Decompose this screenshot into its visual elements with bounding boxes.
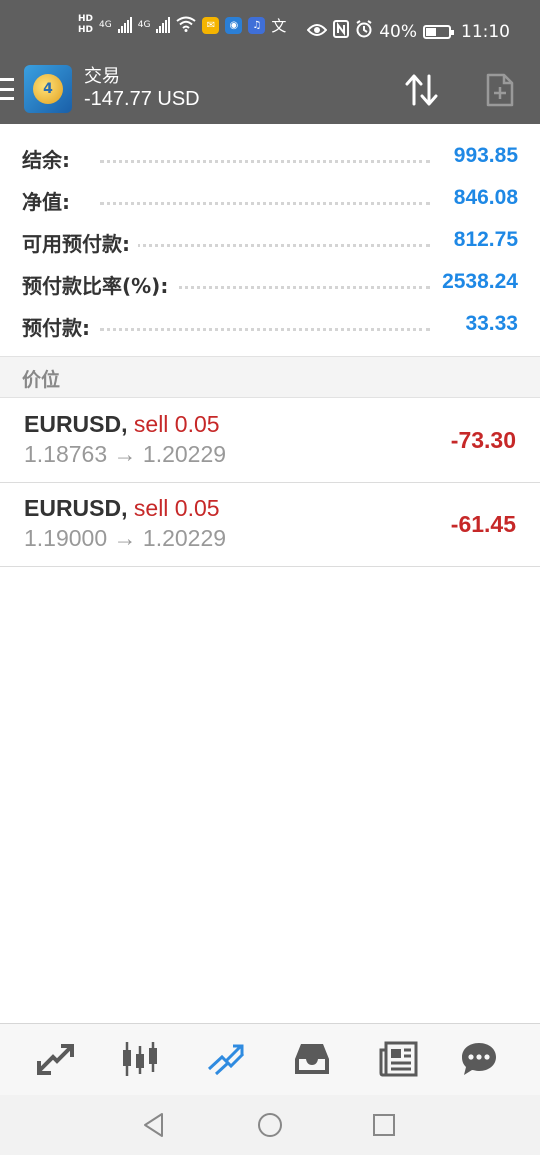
nav-news[interactable] [378,1038,420,1080]
margin-label: 预付款: [22,312,98,341]
signal-icon [117,17,132,33]
equity-value: 846.08 [445,186,518,210]
symbol-text: EURUSD, [24,411,128,437]
trade-icon [207,1044,245,1076]
nav-history[interactable] [291,1038,333,1080]
history-icon [295,1044,329,1074]
free-margin-label: 可用预付款: [22,228,138,257]
status-bar: HD HD 4G 4G ✉ ◉ ♫ 文 40% 11:10 [0,0,540,62]
translate-app-icon: 文 [271,16,287,35]
leader-dots [100,244,430,247]
quotes-icon [37,1044,74,1075]
positions-section-header: 价位 [0,356,540,398]
menu-icon[interactable] [0,78,16,100]
balance-label: 结余: [22,144,78,173]
recents-square-icon [373,1114,395,1136]
account-profit: -147.77 USD [84,88,200,110]
eye-icon [306,22,328,42]
position-profit: -73.30 [450,427,516,453]
clock: 11:10 [461,21,510,42]
balance-value: 993.85 [445,144,518,168]
battery-percent: 40% [379,21,417,42]
free-margin-value: 812.75 [445,228,518,252]
signal-icon-2 [156,17,171,33]
position-prices: 1.18763 → 1.20229 [24,441,227,467]
summary-row-free-margin: 可用预付款: 812.75 [0,220,540,262]
network-type-1: 4G [99,20,112,30]
news-icon [379,1041,418,1077]
hd-label-1: HD [78,14,94,24]
position-row[interactable]: EURUSD, sell 0.05 1.19000 → 1.20229 -61.… [0,483,540,567]
margin-level-label: 预付款比率(%): [22,270,177,299]
nav-chat[interactable] [458,1038,500,1080]
position-direction: sell 0.05 [133,411,220,437]
margin-level-value: 2538.24 [434,270,518,294]
new-document-icon [486,73,514,107]
music-app-icon: ♫ [248,16,266,34]
mail-app-icon: ✉ [202,16,220,34]
wifi-icon [176,16,197,35]
status-right: 40% 11:10 [306,20,510,43]
summary-row-margin-level: 预付款比率(%): 2538.24 [0,262,540,304]
sort-arrows-icon [405,74,438,106]
bottom-navigation [0,1023,540,1095]
logo-emblem: 4 [33,74,63,104]
leader-dots [100,328,430,331]
home-circle-icon [258,1113,282,1137]
home-button[interactable] [256,1111,284,1139]
margin-value: 33.33 [457,312,518,336]
symbol-text: EURUSD, [24,495,128,521]
browser-app-icon: ◉ [225,16,243,34]
chat-icon [462,1043,496,1075]
network-type-2: 4G [137,20,151,30]
app-logo: 4 [24,65,72,113]
chart-icon [123,1042,157,1076]
account-summary: 结余: 993.85 净值: 846.08 可用预付款: 812.75 预付款比… [0,136,540,346]
position-profit: -61.45 [450,511,516,537]
summary-row-margin: 预付款: 33.33 [0,304,540,346]
alarm-icon [355,20,373,43]
nav-quotes[interactable] [34,1038,76,1080]
status-left: HD HD 4G 4G ✉ ◉ ♫ 文 [78,14,286,36]
recents-button[interactable] [370,1111,398,1139]
summary-row-equity: 净值: 846.08 [0,178,540,220]
leader-dots [100,202,430,205]
back-button[interactable] [140,1111,168,1139]
position-symbol: EURUSD, sell 0.05 [24,495,220,522]
nav-chart[interactable] [119,1038,161,1080]
section-title: 价位 [22,369,61,391]
equity-label: 净值: [22,186,78,215]
system-navigation-bar [0,1095,540,1155]
sort-button[interactable] [402,70,442,110]
position-row[interactable]: EURUSD, sell 0.05 1.18763 → 1.20229 -73.… [0,399,540,483]
back-triangle-icon [144,1113,163,1137]
position-symbol: EURUSD, sell 0.05 [24,411,220,438]
position-prices: 1.19000 → 1.20229 [24,525,227,551]
hd-label-2: HD [78,25,94,35]
page-title: 交易 [84,66,120,87]
battery-icon [423,24,454,39]
hd-indicator: HD HD [78,14,93,36]
summary-row-balance: 结余: 993.85 [0,136,540,178]
nfc-icon [333,20,350,43]
position-direction: sell 0.05 [133,495,220,521]
new-order-button[interactable] [480,70,520,110]
nav-trade[interactable] [205,1038,247,1080]
leader-dots [100,160,430,163]
app-bar: 4 交易 -147.77 USD [0,62,540,124]
